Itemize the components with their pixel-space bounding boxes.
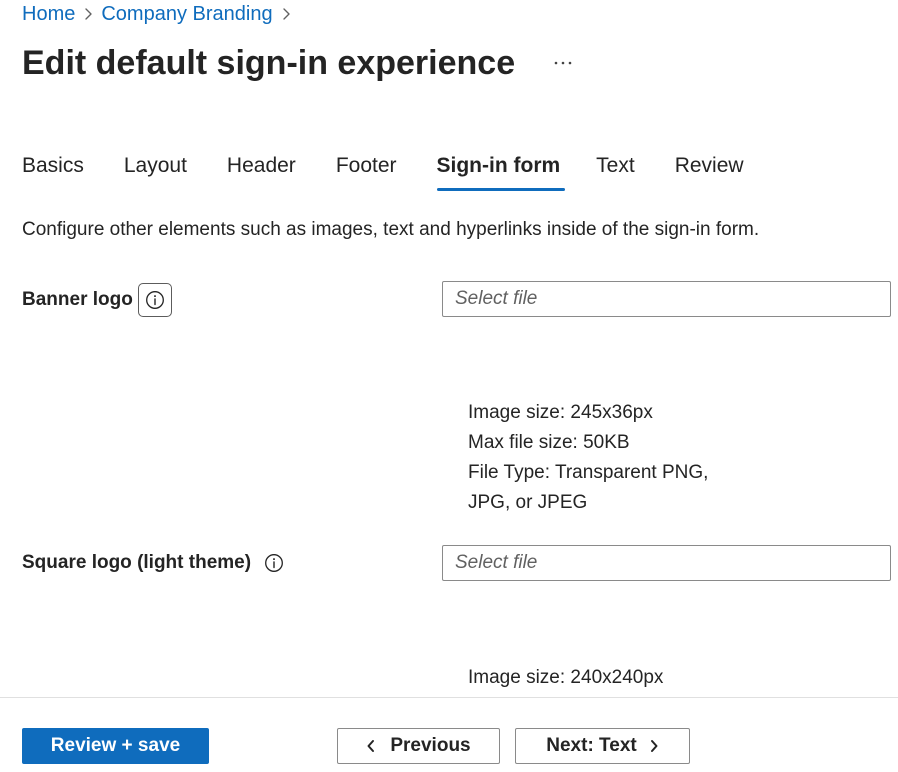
wizard-tabs: Basics Layout Header Footer Sign-in form… (22, 148, 784, 192)
banner-logo-max-file-size: Max file size: 50KB (468, 432, 630, 453)
square-logo-light-file-input[interactable] (442, 545, 891, 581)
breadcrumb: Home Company Branding (22, 1, 299, 27)
banner-logo-image-size: Image size: 245x36px (468, 402, 653, 423)
tab-basics[interactable]: Basics (22, 148, 84, 192)
review-save-label: Review + save (50, 735, 181, 756)
square-logo-light-label-row: Square logo (light theme) (22, 552, 285, 574)
page: Home Company Branding Edit default sign-… (0, 0, 898, 772)
tab-header[interactable]: Header (227, 148, 296, 192)
section-description: Configure other elements such as images,… (22, 219, 760, 240)
banner-logo-info-button[interactable] (137, 283, 172, 317)
ellipsis-icon (554, 61, 572, 65)
banner-logo-file-input[interactable] (442, 281, 891, 317)
review-save-button[interactable]: Review + save (22, 728, 209, 764)
more-options-button[interactable] (551, 51, 575, 75)
breadcrumb-home-link[interactable]: Home (22, 3, 75, 26)
previous-label: Previous (390, 735, 471, 756)
chevron-right-icon (650, 740, 658, 752)
tab-sign-in-form[interactable]: Sign-in form (436, 148, 565, 192)
footer-divider (0, 697, 898, 698)
chevron-left-icon (367, 740, 375, 752)
page-title: Edit default sign-in experience (22, 44, 516, 82)
banner-logo-requirements: Image size: 245x36px Max file size: 50KB… (468, 398, 708, 518)
square-logo-light-requirements: Image size: 240x240px (468, 663, 663, 693)
square-logo-light-label: Square logo (light theme) (22, 552, 252, 573)
banner-logo-file-type: File Type: Transparent PNG, (468, 462, 709, 483)
tab-review[interactable]: Review (675, 148, 744, 192)
square-logo-light-info-button[interactable] (263, 552, 285, 574)
info-icon (265, 554, 284, 572)
info-icon (145, 291, 164, 309)
next-text-button[interactable]: Next: Text (515, 728, 690, 764)
square-logo-light-image-size: Image size: 240x240px (468, 667, 664, 688)
tab-text[interactable]: Text (596, 148, 635, 192)
previous-button[interactable]: Previous (337, 728, 500, 764)
tab-footer[interactable]: Footer (336, 148, 397, 192)
next-text-label: Next: Text (546, 735, 637, 756)
breadcrumb-company-branding-link[interactable]: Company Branding (101, 3, 272, 26)
tab-layout[interactable]: Layout (124, 148, 187, 192)
banner-logo-label: Banner logo (22, 289, 133, 310)
chevron-right-icon (273, 7, 299, 21)
chevron-right-icon (75, 7, 101, 21)
title-row: Edit default sign-in experience (22, 40, 575, 86)
banner-logo-label-row: Banner logo (22, 283, 172, 317)
banner-logo-file-type-cont: JPG, or JPEG (468, 492, 588, 513)
